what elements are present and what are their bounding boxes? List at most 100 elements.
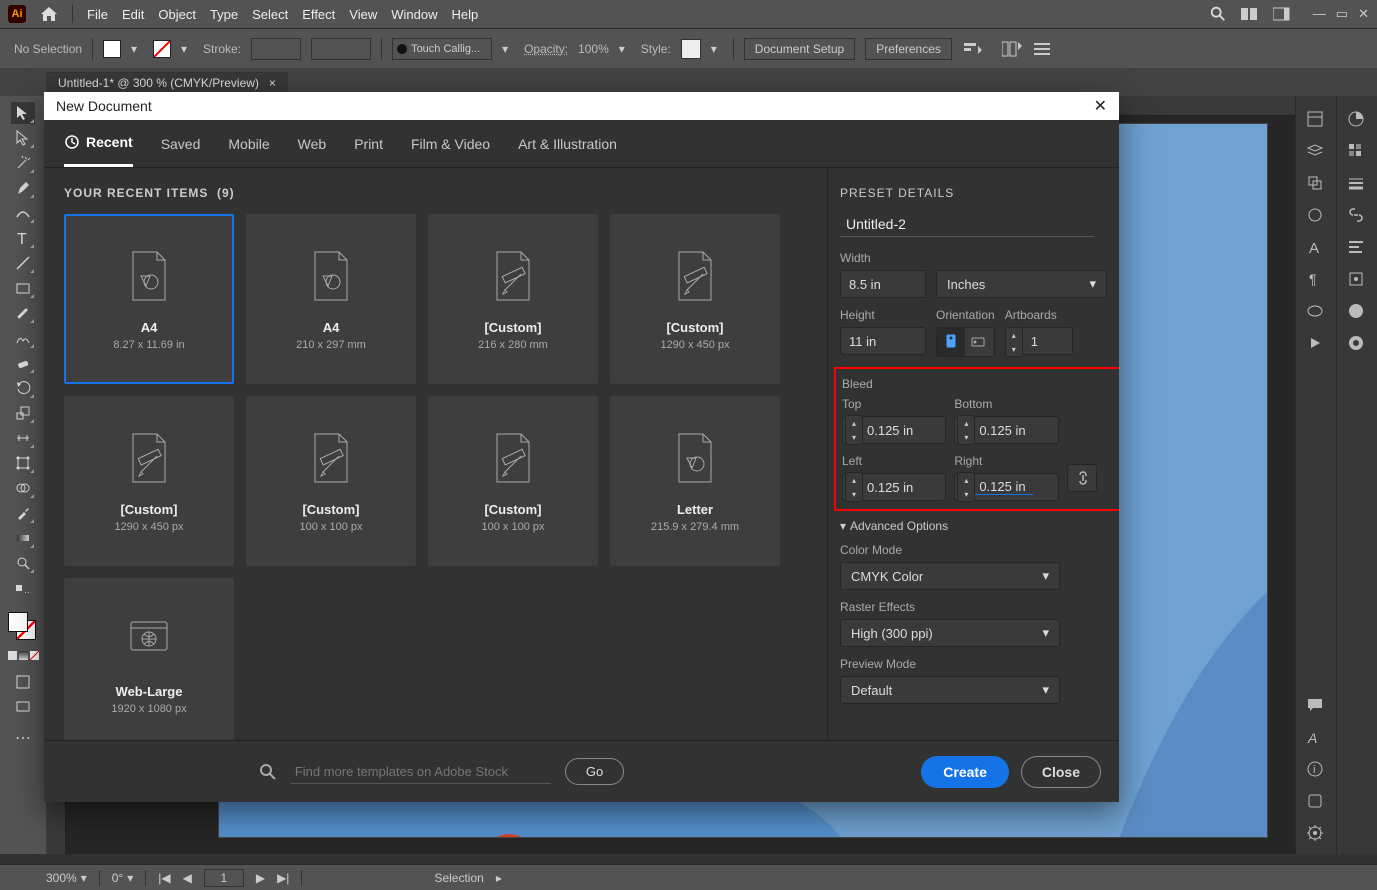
menu-effect[interactable]: Effect xyxy=(302,7,335,22)
opacity-label[interactable]: Opacity: xyxy=(524,42,568,56)
preset-card[interactable]: [Custom] 216 x 280 mm xyxy=(428,214,598,384)
opacity-dropdown[interactable]: ▾ xyxy=(619,41,631,57)
menu-edit[interactable]: Edit xyxy=(122,7,144,22)
screen-mode-icon[interactable] xyxy=(11,696,35,718)
shaper-tool[interactable] xyxy=(11,327,35,349)
stroke-dropdown[interactable]: ▾ xyxy=(181,41,193,57)
align-panel-icon[interactable] xyxy=(1347,238,1367,258)
preset-card[interactable]: [Custom] 100 x 100 px xyxy=(246,396,416,566)
raster-dropdown[interactable]: High (300 ppi)▾ xyxy=(840,619,1060,647)
artboards-input[interactable] xyxy=(1023,327,1073,355)
workspace-panel-icon[interactable] xyxy=(1273,6,1291,22)
line-tool[interactable] xyxy=(11,252,35,274)
fill-stroke-swatches[interactable] xyxy=(8,612,38,642)
artboard-number[interactable]: 1 xyxy=(204,869,244,887)
stroke-profile-dropdown[interactable] xyxy=(311,38,371,60)
libraries-panel-icon[interactable] xyxy=(1306,792,1326,812)
color-mode-icons[interactable] xyxy=(8,651,39,660)
bleed-link-button[interactable] xyxy=(1067,464,1097,492)
height-input[interactable] xyxy=(840,327,926,355)
units-dropdown[interactable]: Inches▾ xyxy=(936,270,1107,298)
fill-swatch[interactable] xyxy=(103,40,121,58)
rotate-tool[interactable] xyxy=(11,377,35,399)
shape-builder-tool[interactable] xyxy=(11,477,35,499)
preview-dropdown[interactable]: Default▾ xyxy=(840,676,1060,704)
draw-mode-icon[interactable] xyxy=(11,671,35,693)
brush-selector[interactable]: Touch Callig... xyxy=(392,38,492,60)
direct-selection-tool[interactable] xyxy=(11,127,35,149)
menu-object[interactable]: Object xyxy=(158,7,196,22)
stroke-swatch[interactable] xyxy=(153,40,171,58)
tab-print[interactable]: Print xyxy=(354,120,383,167)
advanced-options-toggle[interactable]: ▾Advanced Options xyxy=(840,519,1107,533)
tab-recent[interactable]: Recent xyxy=(64,120,133,167)
arrange-icon[interactable] xyxy=(1002,40,1024,58)
workspace-arrange-icon[interactable] xyxy=(1241,6,1259,22)
curvature-tool[interactable] xyxy=(11,202,35,224)
tab-close-icon[interactable]: × xyxy=(269,76,276,90)
toolbar-more-icon[interactable]: ⋯ xyxy=(11,727,35,749)
hamburger-icon[interactable] xyxy=(1034,41,1050,57)
links-panel-icon[interactable] xyxy=(1347,206,1367,226)
preset-name-input[interactable] xyxy=(840,212,1094,237)
tab-art-illustration[interactable]: Art & Illustration xyxy=(518,120,617,167)
menu-type[interactable]: Type xyxy=(210,7,238,22)
eyedropper-tool[interactable] xyxy=(11,502,35,524)
artboard-nav-prev[interactable]: ◀ xyxy=(183,871,192,885)
create-button[interactable]: Create xyxy=(921,756,1009,788)
zoom-tool[interactable] xyxy=(11,552,35,574)
home-icon[interactable] xyxy=(40,6,58,22)
fill-dropdown[interactable]: ▾ xyxy=(131,41,143,57)
type-panel-icon[interactable]: A xyxy=(1306,238,1326,258)
bleed-left-input[interactable]: ▴▾ xyxy=(842,473,946,501)
align-icon[interactable] xyxy=(962,40,982,58)
preset-card[interactable]: Letter 215.9 x 279.4 mm xyxy=(610,396,780,566)
artboards-stepper[interactable]: ▴▾ xyxy=(1005,327,1023,357)
search-icon[interactable] xyxy=(1209,5,1227,23)
toolbar-edit-icon[interactable]: … xyxy=(11,579,35,601)
tab-mobile[interactable]: Mobile xyxy=(228,120,269,167)
menu-file[interactable]: File xyxy=(87,7,108,22)
preset-card[interactable]: A4 210 x 297 mm xyxy=(246,214,416,384)
style-dropdown[interactable]: ▾ xyxy=(711,41,723,57)
appearance-panel-icon[interactable] xyxy=(1347,302,1367,322)
window-restore-icon[interactable]: ▭ xyxy=(1336,6,1348,22)
eraser-tool[interactable] xyxy=(11,352,35,374)
paintbrush-tool[interactable] xyxy=(11,302,35,324)
preset-card[interactable]: [Custom] 100 x 100 px xyxy=(428,396,598,566)
preferences-button[interactable]: Preferences xyxy=(865,38,952,60)
glyphs-panel-icon[interactable]: A xyxy=(1306,728,1326,748)
width-tool[interactable] xyxy=(11,427,35,449)
window-close-icon[interactable]: ✕ xyxy=(1358,6,1369,22)
color-mode-dropdown[interactable]: CMYK Color▾ xyxy=(840,562,1060,590)
zoom-level[interactable]: 300% ▾ xyxy=(46,871,87,885)
artboard-nav-last[interactable]: ▶| xyxy=(277,871,289,885)
gradient-tool[interactable] xyxy=(11,527,35,549)
preset-card[interactable]: [Custom] 1290 x 450 px xyxy=(64,396,234,566)
magic-wand-tool[interactable] xyxy=(11,152,35,174)
menu-select[interactable]: Select xyxy=(252,7,288,22)
rectangle-tool[interactable] xyxy=(11,277,35,299)
layers-panel-icon[interactable] xyxy=(1306,142,1326,162)
preset-card[interactable]: A4 8.27 x 11.69 in xyxy=(64,214,234,384)
artboard-nav-first[interactable]: |◀ xyxy=(158,871,170,885)
stock-search-input[interactable] xyxy=(291,760,551,784)
actions-panel-icon[interactable] xyxy=(1306,334,1326,354)
menu-view[interactable]: View xyxy=(349,7,377,22)
preset-card[interactable]: Web-Large 1920 x 1080 px xyxy=(64,578,234,740)
pen-tool[interactable] xyxy=(11,177,35,199)
orientation-landscape[interactable] xyxy=(965,328,993,356)
menu-help[interactable]: Help xyxy=(451,7,478,22)
info-panel-icon[interactable]: i xyxy=(1306,760,1326,780)
bleed-bottom-input[interactable]: ▴▾ xyxy=(954,416,1058,444)
style-swatch[interactable] xyxy=(681,39,701,59)
window-minimize-icon[interactable]: — xyxy=(1313,6,1326,22)
tab-saved[interactable]: Saved xyxy=(161,120,201,167)
scale-tool[interactable] xyxy=(11,402,35,424)
swatches-panel-icon[interactable] xyxy=(1347,142,1367,162)
paragraph-panel-icon[interactable]: ¶ xyxy=(1306,270,1326,290)
tab-film-video[interactable]: Film & Video xyxy=(411,120,490,167)
color-panel-icon[interactable] xyxy=(1347,110,1367,130)
free-transform-tool[interactable] xyxy=(11,452,35,474)
menu-window[interactable]: Window xyxy=(391,7,437,22)
